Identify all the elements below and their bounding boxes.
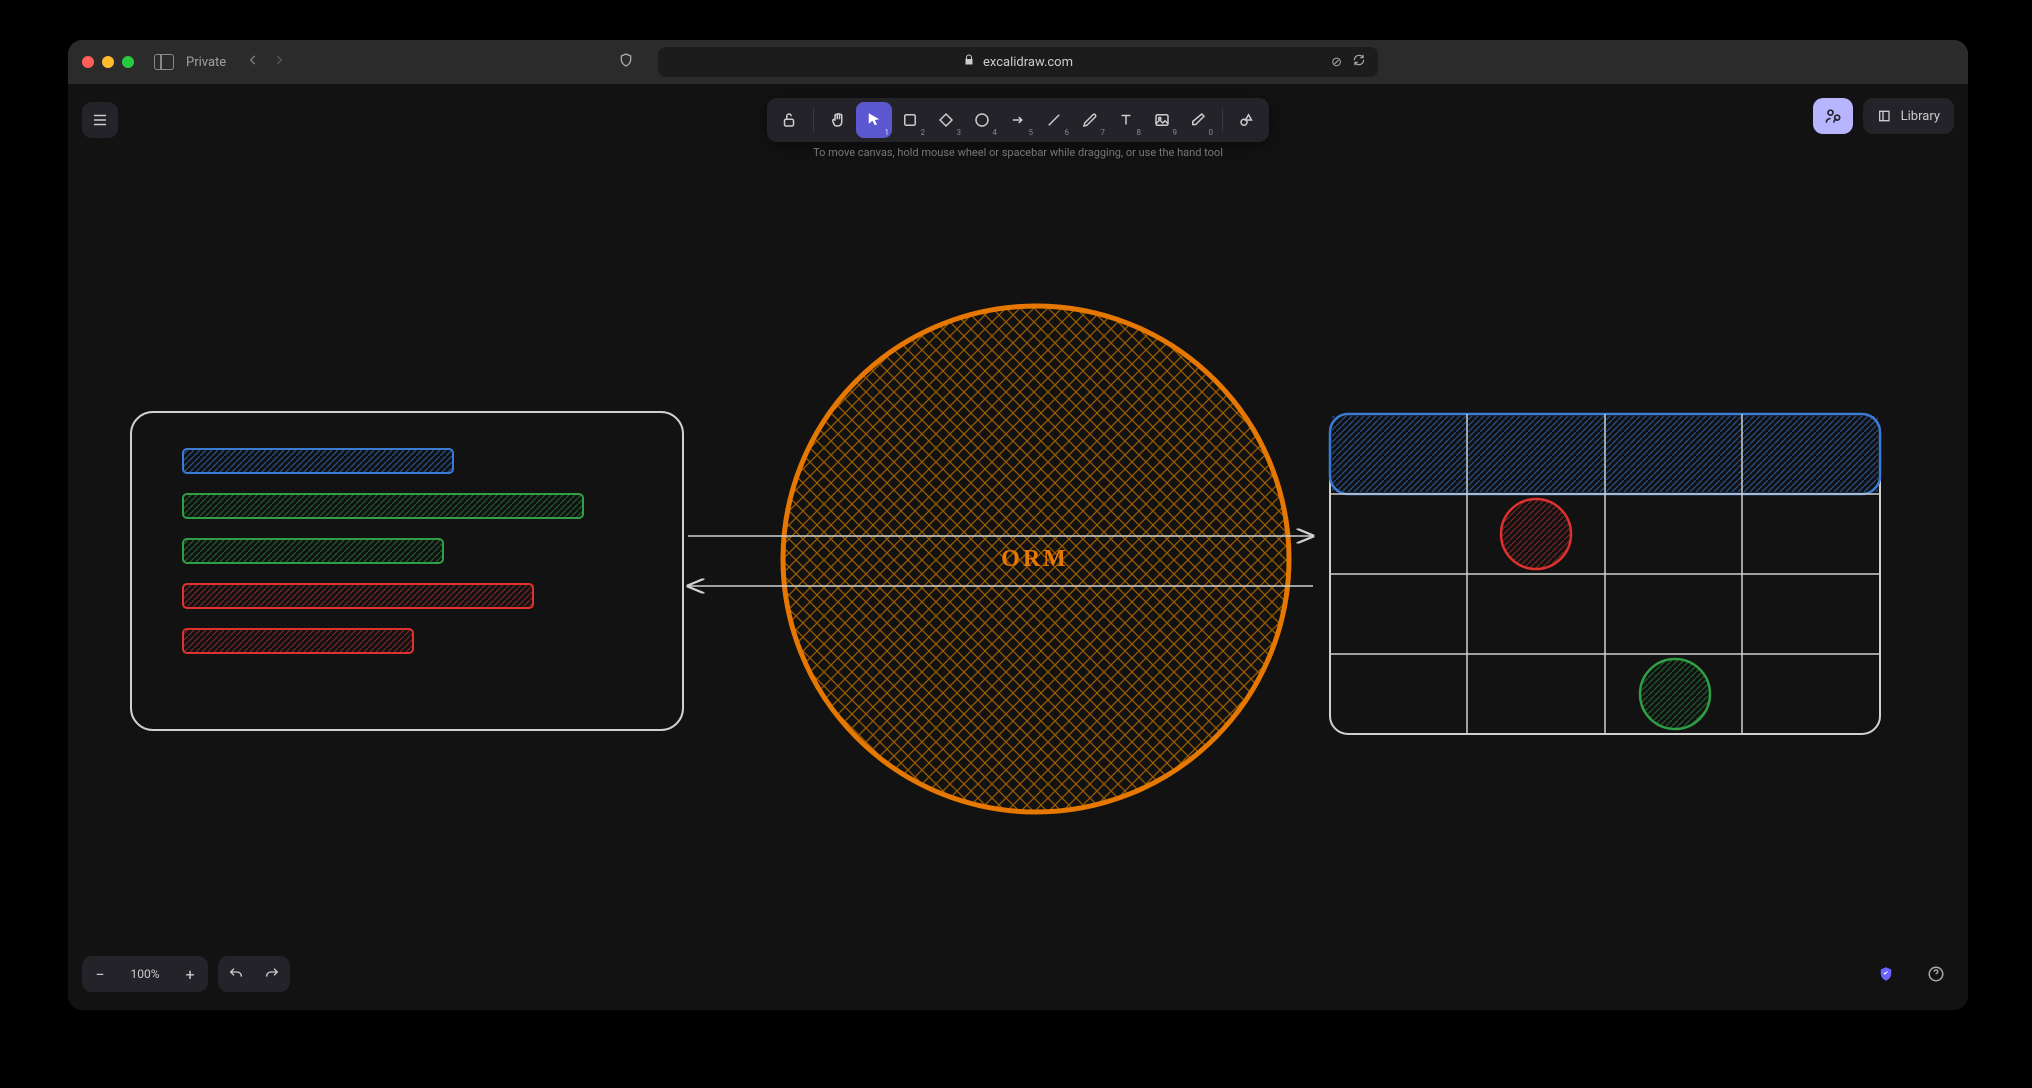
browser-window: Private excalidraw.com ⊘ — [68, 40, 1968, 1010]
window-close-button[interactable] — [82, 56, 94, 68]
library-button-label: Library — [1901, 109, 1940, 124]
menu-button[interactable] — [82, 102, 118, 138]
tool-image-shortcut: 9 — [1173, 128, 1178, 137]
tool-image[interactable]: 9 — [1144, 102, 1180, 138]
url-text: excalidraw.com — [983, 55, 1073, 70]
tool-ellipse[interactable]: 4 — [964, 102, 1000, 138]
tool-select-shortcut: 1 — [885, 128, 890, 137]
tool-draw[interactable]: 7 — [1072, 102, 1108, 138]
tool-line[interactable]: 6 — [1036, 102, 1072, 138]
canvas-hint: To move canvas, hold mouse wheel or spac… — [813, 146, 1223, 159]
orm-label[interactable]: ORM — [995, 546, 1075, 573]
window-maximize-button[interactable] — [122, 56, 134, 68]
reader-icon[interactable]: ⊘ — [1331, 55, 1342, 70]
code-card[interactable] — [131, 412, 683, 730]
drawing-canvas[interactable] — [68, 84, 1968, 1010]
code-bars — [183, 449, 583, 653]
url-bar[interactable]: excalidraw.com ⊘ — [658, 47, 1378, 77]
zoom-in-button[interactable]: + — [172, 965, 208, 984]
tool-diamond[interactable]: 3 — [928, 102, 964, 138]
tool-line-shortcut: 6 — [1065, 128, 1070, 137]
orm-circle[interactable] — [783, 306, 1289, 812]
shield-icon[interactable] — [618, 52, 634, 72]
tool-text[interactable]: 8 — [1108, 102, 1144, 138]
redo-button[interactable] — [254, 966, 290, 982]
nav-forward-button[interactable] — [272, 53, 286, 71]
app-viewport[interactable]: 1 2 3 4 5 6 7 — [68, 84, 1968, 1010]
undo-redo-controls — [218, 956, 290, 992]
tool-rectangle[interactable]: 2 — [892, 102, 928, 138]
tool-hand[interactable] — [820, 102, 856, 138]
window-controls — [82, 56, 134, 68]
nav-back-button[interactable] — [246, 53, 260, 71]
browser-titlebar: Private excalidraw.com ⊘ — [68, 40, 1968, 85]
tool-eraser[interactable]: 0 — [1180, 102, 1216, 138]
table-marker-red[interactable] — [1501, 499, 1571, 569]
db-table[interactable] — [1330, 414, 1880, 734]
tool-arrow-shortcut: 5 — [1029, 128, 1034, 137]
reload-icon[interactable] — [1352, 53, 1366, 71]
status-shield-icon[interactable] — [1868, 956, 1904, 992]
lock-icon — [963, 54, 975, 70]
share-button[interactable] — [1813, 98, 1853, 134]
tool-arrow[interactable]: 5 — [1000, 102, 1036, 138]
tool-lock[interactable] — [771, 102, 807, 138]
zoom-out-button[interactable]: − — [82, 965, 118, 984]
private-mode-label: Private — [186, 55, 226, 70]
help-button[interactable] — [1918, 956, 1954, 992]
table-marker-green[interactable] — [1640, 659, 1710, 729]
tool-shapes[interactable] — [1229, 102, 1265, 138]
toolbar-separator — [813, 108, 814, 132]
tool-rectangle-shortcut: 2 — [921, 128, 926, 137]
zoom-value[interactable]: 100% — [118, 967, 172, 981]
library-button[interactable]: Library — [1863, 98, 1954, 134]
undo-button[interactable] — [218, 966, 254, 982]
tool-toolbar: 1 2 3 4 5 6 7 — [767, 98, 1269, 142]
zoom-controls: − 100% + — [82, 956, 208, 992]
window-minimize-button[interactable] — [102, 56, 114, 68]
tool-text-shortcut: 8 — [1137, 128, 1142, 137]
toolbar-separator — [1222, 108, 1223, 132]
tool-diamond-shortcut: 3 — [957, 128, 962, 137]
tool-draw-shortcut: 7 — [1101, 128, 1106, 137]
sidebar-toggle-icon[interactable] — [154, 54, 174, 70]
tool-ellipse-shortcut: 4 — [993, 128, 998, 137]
tool-select[interactable]: 1 — [856, 102, 892, 138]
tool-eraser-shortcut: 0 — [1209, 128, 1214, 137]
